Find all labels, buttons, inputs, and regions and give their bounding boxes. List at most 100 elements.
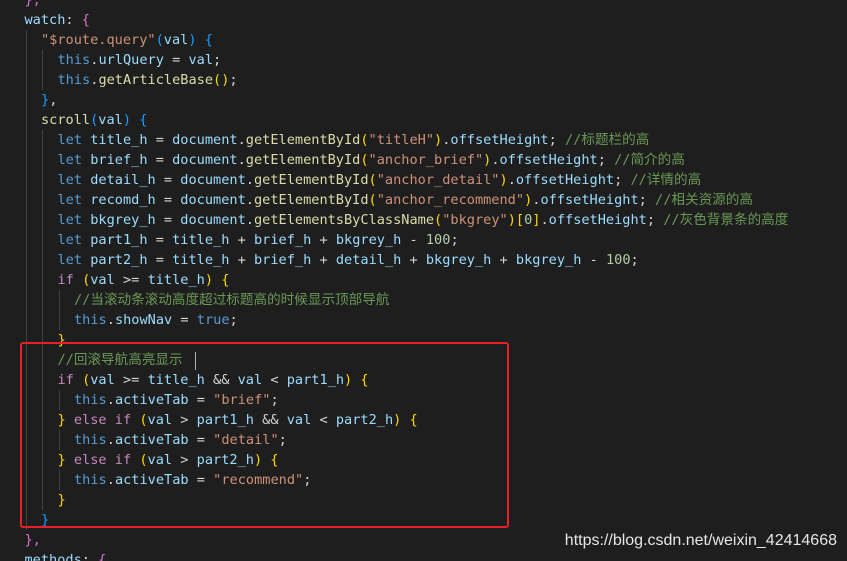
code-token: }: [57, 332, 66, 348]
code-line[interactable]: },: [0, 90, 847, 110]
indent-guide: [42, 490, 43, 510]
code-token: &&: [253, 412, 287, 428]
code-token: getElementById: [253, 172, 369, 188]
indent-guide: [25, 150, 27, 170]
code-token: "titleH": [368, 132, 435, 148]
code-token: ): [122, 112, 132, 128]
code-line[interactable]: this.activeTab = "recommend";: [0, 470, 847, 490]
code-token: document: [180, 212, 246, 228]
code-line[interactable]: scroll(val) {: [0, 110, 847, 130]
code-line[interactable]: }: [0, 490, 847, 510]
code-token: :: [81, 552, 99, 561]
code-token: .: [507, 172, 516, 188]
code-line[interactable]: //当滚动条滚动高度超过标题高的时候显示顶部导航: [0, 290, 847, 310]
code-token: "bkgrey": [442, 212, 508, 228]
code-token: (): [213, 72, 230, 88]
indent-guide: [25, 430, 27, 450]
code-token: }: [57, 412, 66, 428]
code-token: let: [57, 232, 91, 248]
indent-guide: [42, 150, 43, 170]
code-line[interactable]: },: [0, 0, 847, 10]
code-line[interactable]: this.activeTab = "brief";: [0, 390, 847, 410]
code-token: :: [65, 12, 82, 28]
code-line[interactable]: this.showNav = true;: [0, 310, 847, 330]
code-line[interactable]: let title_h = document.getElementById("t…: [0, 130, 847, 150]
code-line[interactable]: let brief_h = document.getElementById("a…: [0, 150, 847, 170]
indent-guide: [25, 470, 27, 490]
code-line[interactable]: } else if (val > part1_h && val < part2_…: [0, 410, 847, 430]
indent-guide: [25, 310, 27, 330]
code-line[interactable]: this.getArticleBase();: [0, 70, 847, 90]
code-line[interactable]: let bkgrey_h = document.getElementsByCla…: [0, 210, 847, 230]
code-token: document: [172, 132, 238, 148]
code-token: {: [204, 32, 213, 48]
code-token: =: [163, 52, 189, 68]
code-token: this: [74, 392, 107, 408]
code-line[interactable]: "$route.query"(val) {: [0, 30, 847, 50]
code-token: this: [74, 472, 107, 488]
code-token: -: [581, 252, 606, 268]
code-token: detail_h: [90, 172, 156, 188]
code-line[interactable]: if (val >= title_h) {: [0, 270, 847, 290]
code-token: ;: [213, 52, 222, 68]
indent-guide: [42, 310, 43, 330]
code-token: getElementById: [253, 192, 369, 208]
code-token: =: [147, 232, 173, 248]
code-line[interactable]: } else if (val > part2_h) {: [0, 450, 847, 470]
code-token: brief_h: [253, 232, 312, 248]
code-line[interactable]: this.urlQuery = val;: [0, 50, 847, 70]
code-line[interactable]: let part2_h = title_h + brief_h + detail…: [0, 250, 847, 270]
code-token: >: [172, 452, 197, 468]
code-token: ): [507, 212, 516, 228]
code-token: ): [344, 372, 353, 388]
line-content: let recomd_h = document.getElementById("…: [58, 190, 753, 210]
code-editor[interactable]: }, watch: {"$route.query"(val) {this.urlQ…: [0, 0, 847, 561]
code-token: methods: [24, 552, 82, 561]
code-token: &&: [204, 372, 238, 388]
code-token: activeTab: [114, 392, 189, 408]
code-token: watch: [24, 12, 66, 28]
line-content: let title_h = document.getElementById("t…: [58, 130, 650, 150]
line-content: scroll(val) {: [41, 110, 147, 130]
code-line[interactable]: //回滚导航高亮显示: [0, 350, 847, 370]
code-token: +: [229, 232, 254, 248]
code-token: getArticleBase: [98, 72, 214, 88]
code-token: else if: [73, 452, 132, 468]
code-token: (: [155, 32, 164, 48]
code-token: this: [57, 72, 91, 88]
line-content: methods: {: [25, 550, 107, 561]
code-line[interactable]: }: [0, 330, 847, 350]
indent-guide: [42, 430, 43, 450]
indent-guide: [42, 130, 43, 150]
indent-guide: [42, 410, 43, 430]
code-token: if: [57, 372, 74, 388]
code-token: }: [57, 452, 66, 468]
indent-guide: [25, 50, 27, 70]
line-content: watch: {: [25, 10, 90, 30]
code-token: title_h: [172, 232, 230, 248]
code-token: part1_h: [286, 372, 345, 388]
code-token: title_h: [90, 132, 148, 148]
code-token: bkgrey_h: [90, 212, 156, 228]
code-token: getElementsByClassName: [253, 212, 435, 228]
code-line[interactable]: }: [0, 510, 847, 530]
code-line[interactable]: methods: {: [0, 550, 847, 561]
code-line[interactable]: if (val >= title_h && val < part1_h) {: [0, 370, 847, 390]
code-token: (: [139, 412, 148, 428]
indent-guide: [25, 510, 27, 530]
code-line[interactable]: this.activeTab = "detail";: [0, 430, 847, 450]
code-token: ): [204, 272, 214, 288]
indent-guide: [42, 350, 43, 370]
code-line[interactable]: watch: {: [0, 10, 847, 30]
code-token: =: [155, 172, 181, 188]
line-content: this.showNav = true;: [74, 310, 238, 330]
code-line[interactable]: let detail_h = document.getElementById("…: [0, 170, 847, 190]
code-token: ;: [278, 432, 287, 448]
code-token: offsetHeight: [450, 132, 549, 148]
code-line[interactable]: let part1_h = title_h + brief_h + bkgrey…: [0, 230, 847, 250]
code-token: offsetHeight: [548, 212, 647, 228]
code-token: activeTab: [114, 472, 189, 488]
code-lines[interactable]: }, watch: {"$route.query"(val) {this.urlQ…: [0, 0, 847, 561]
code-token: ,: [49, 92, 58, 108]
code-line[interactable]: let recomd_h = document.getElementById("…: [0, 190, 847, 210]
